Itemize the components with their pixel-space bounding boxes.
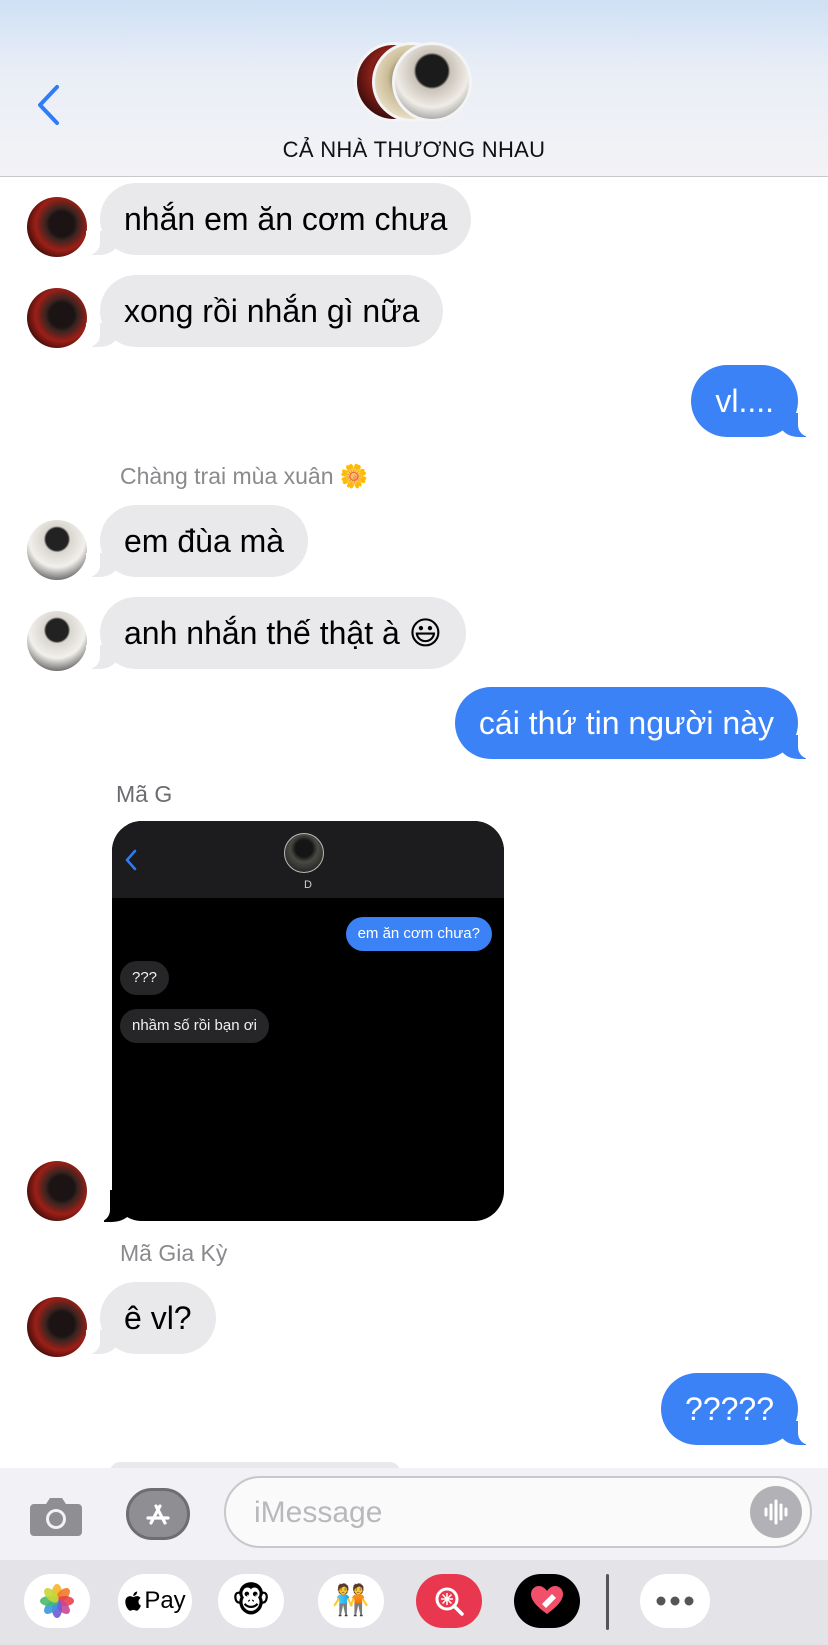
sender-avatar[interactable]: [27, 520, 87, 580]
compose-bar: [0, 1468, 828, 1560]
drawer-divider: [606, 1574, 609, 1630]
group-avatar-stack[interactable]: [350, 40, 480, 126]
app-store-button[interactable]: [126, 1488, 190, 1540]
apple-pay-label: Pay: [144, 1587, 186, 1614]
photos-icon: [40, 1584, 74, 1618]
photos-app-button[interactable]: [24, 1574, 90, 1628]
sender-avatar[interactable]: [27, 611, 87, 671]
message-bubble-outgoing[interactable]: ?????: [661, 1373, 812, 1445]
animoji-icon: 🐵: [231, 1582, 271, 1620]
screenshot-bubble-outgoing: em ăn cơm chưa?: [345, 917, 492, 951]
animoji-app-button[interactable]: 🐵: [218, 1574, 284, 1628]
contact-avatar: [284, 833, 324, 873]
more-icon: [656, 1596, 694, 1606]
sender-avatar[interactable]: [27, 1161, 87, 1221]
chevron-left-icon: [38, 85, 59, 125]
contact-name: D: [304, 879, 312, 891]
sender-name: Mã G: [116, 781, 173, 807]
sender-avatar[interactable]: [27, 1297, 87, 1357]
sender-avatar[interactable]: [27, 197, 87, 257]
apple-pay-button[interactable]: Pay: [118, 1574, 192, 1628]
group-member-avatar: [392, 42, 472, 122]
message-input[interactable]: [254, 1490, 714, 1536]
message-bubble-outgoing[interactable]: cái thứ tin người này: [454, 687, 813, 759]
message-bubble-outgoing[interactable]: vl....: [691, 365, 812, 437]
digital-touch-app-button[interactable]: [514, 1574, 580, 1628]
sender-avatar[interactable]: [27, 288, 87, 348]
attachment-header: D: [112, 821, 504, 898]
audio-record-button[interactable]: [750, 1486, 802, 1538]
message-bubble-incoming[interactable]: nhắn em ăn cơm chưa: [85, 183, 472, 255]
waveform-icon: [764, 1499, 788, 1525]
message-bubble-incoming[interactable]: ê vl?: [86, 1282, 216, 1354]
message-bubble-incoming[interactable]: anh nhắn thế thật à 😃: [85, 597, 467, 669]
message-bubble-incoming[interactable]: xong rồi nhắn gì nữa: [85, 275, 444, 347]
screenshot-bubble-incoming: ???: [120, 961, 170, 995]
back-button[interactable]: [28, 78, 68, 132]
screenshot-bubble-incoming: nhầm số rồi bạn ơi: [120, 1009, 269, 1043]
app-drawer: Pay 🐵 🧑‍🤝‍🧑: [0, 1560, 828, 1645]
message-bubble-incoming[interactable]: em đùa mà: [85, 505, 309, 577]
digital-touch-icon: [531, 1586, 563, 1614]
sender-name: Mã Gia Kỳ: [120, 1240, 228, 1266]
chevron-left-icon: [125, 849, 137, 871]
image-attachment[interactable]: D em ăn cơm chưa? ??? nhầm số rồi bạn ơi: [112, 821, 504, 1221]
camera-icon: [30, 1498, 82, 1536]
conversation-header: CẢ NHÀ THƯƠNG NHAU: [0, 0, 828, 177]
sender-name: Chàng trai mùa xuân 🌼: [120, 463, 369, 489]
image-search-app-button[interactable]: [416, 1574, 482, 1628]
memoji-app-button[interactable]: 🧑‍🤝‍🧑: [318, 1574, 384, 1628]
group-name[interactable]: CẢ NHÀ THƯƠNG NHAU: [0, 137, 828, 163]
image-search-icon: [435, 1587, 464, 1616]
message-input-field[interactable]: [224, 1476, 812, 1548]
apple-logo-icon: [125, 1591, 142, 1611]
memoji-icon: 🧑‍🤝‍🧑: [332, 1584, 370, 1617]
more-apps-button[interactable]: [640, 1574, 710, 1628]
app-store-icon: [146, 1504, 170, 1525]
camera-button[interactable]: [28, 1490, 84, 1540]
